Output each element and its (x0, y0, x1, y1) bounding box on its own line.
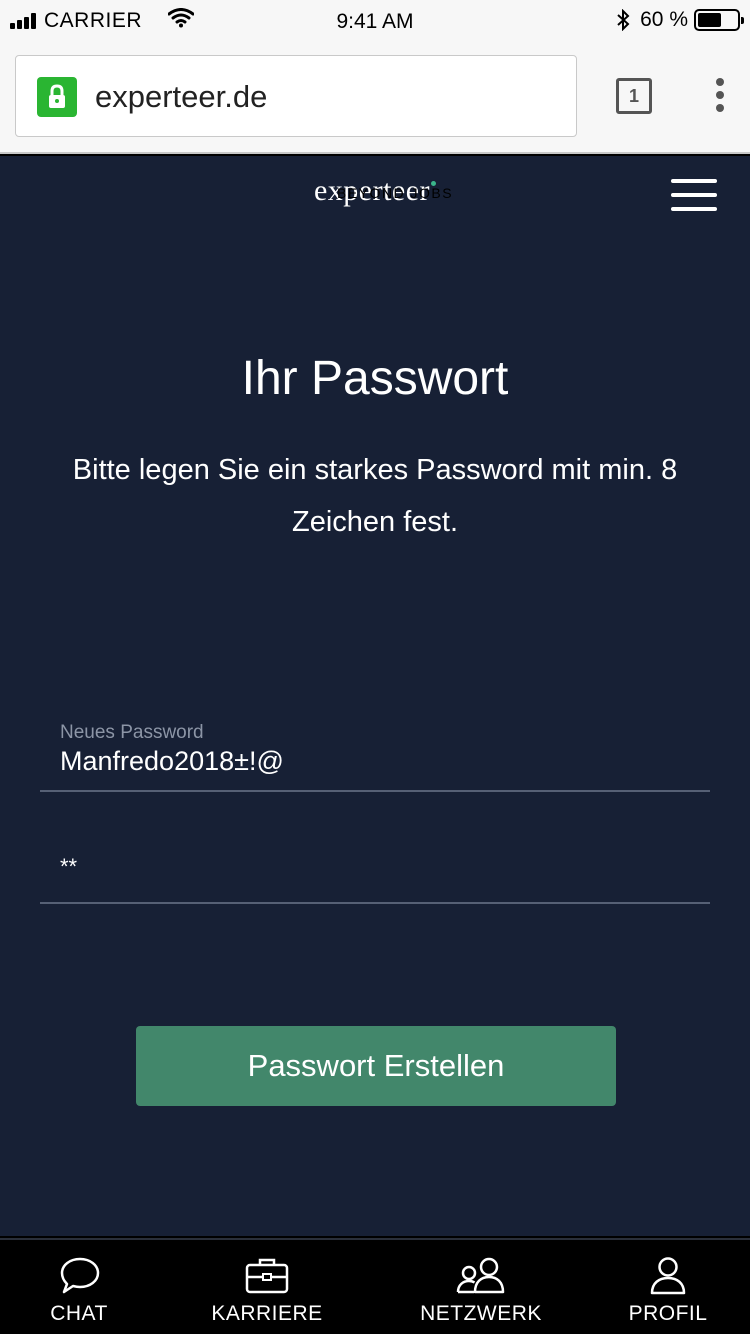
nav-label-profil: PROFIL (628, 1302, 708, 1325)
nav-label-netzwerk: NETZWERK (420, 1302, 542, 1325)
chat-bubble-icon (60, 1257, 100, 1294)
page-content: experteer BEYOND JOBS Ihr Passwort Bitte… (0, 156, 750, 1236)
confirm-password-field[interactable]: ** (40, 836, 710, 904)
page-subtitle: Bitte legen Sie ein starkes Password mit… (72, 454, 678, 538)
logo-tagline: BEYOND JOBS (337, 185, 454, 201)
bluetooth-icon (617, 9, 630, 31)
nav-label-chat: CHAT (50, 1302, 108, 1325)
browser-toolbar: experteer.de 1 (0, 40, 750, 154)
nav-item-netzwerk[interactable]: NETZWERK (414, 1240, 548, 1334)
url-text[interactable]: experteer.de (95, 79, 267, 115)
new-password-field[interactable]: Neues Password Manfredo2018±!@ (40, 716, 710, 792)
nav-item-profil[interactable]: PROFIL (622, 1240, 714, 1334)
briefcase-icon (245, 1258, 289, 1294)
new-password-input[interactable]: Manfredo2018±!@ (60, 746, 284, 777)
hamburger-menu-icon[interactable] (671, 179, 717, 211)
battery-group: 60 % (616, 8, 744, 32)
status-bar: CARRIER 9:41 AM 60 % (0, 0, 750, 40)
user-icon (650, 1257, 686, 1295)
more-options-icon[interactable] (710, 78, 730, 114)
battery-icon (694, 9, 744, 31)
people-icon (456, 1257, 505, 1294)
bottom-navigation: CHAT KARRIERE NETZWERK PROFIL (0, 1238, 750, 1334)
battery-percent: 60 % (640, 8, 688, 31)
lock-icon[interactable] (37, 77, 77, 117)
nav-label-karriere: KARRIERE (211, 1302, 323, 1325)
battery-level (698, 13, 721, 27)
confirm-password-input[interactable]: ** (60, 854, 77, 880)
address-bar[interactable]: experteer.de (15, 55, 577, 137)
new-password-label: Neues Password (60, 722, 204, 743)
nav-item-chat[interactable]: CHAT (20, 1240, 138, 1334)
tabs-button[interactable]: 1 (616, 78, 652, 114)
page-title: Ihr Passwort (241, 352, 509, 405)
create-password-button[interactable]: Passwort Erstellen (136, 1026, 616, 1106)
nav-item-karriere[interactable]: KARRIERE (204, 1240, 330, 1334)
